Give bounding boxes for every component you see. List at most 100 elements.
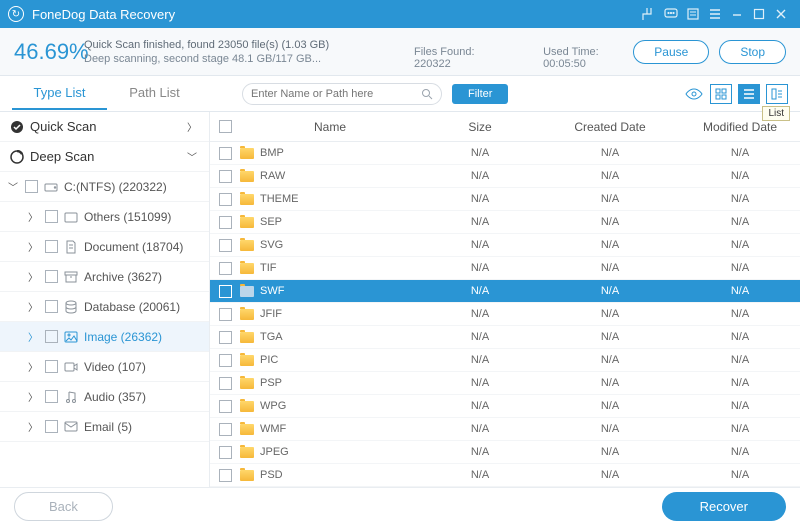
file-name: PIC xyxy=(260,354,278,366)
maximize-icon[interactable] xyxy=(748,3,770,25)
sidebar-email[interactable]: 〉Email (5) xyxy=(0,412,209,442)
row-checkbox[interactable] xyxy=(219,262,232,275)
table-row[interactable]: JPEGN/AN/AN/A xyxy=(210,441,800,464)
folder-icon xyxy=(240,424,254,435)
table-row[interactable]: SVGN/AN/AN/A xyxy=(210,234,800,257)
video-icon xyxy=(63,361,79,373)
share-icon[interactable] xyxy=(638,3,660,25)
row-checkbox[interactable] xyxy=(219,400,232,413)
feedback-icon[interactable] xyxy=(660,3,682,25)
row-checkbox[interactable] xyxy=(219,469,232,482)
file-size: N/A xyxy=(420,423,540,435)
register-icon[interactable] xyxy=(682,3,704,25)
chevron-right-icon: 〉 xyxy=(185,119,199,134)
titlebar: ↻ FoneDog Data Recovery xyxy=(0,0,800,28)
view-list-icon[interactable] xyxy=(738,84,760,104)
table-row[interactable]: THEMEN/AN/AN/A xyxy=(210,188,800,211)
app-title: FoneDog Data Recovery xyxy=(32,7,175,22)
progress-circle-icon xyxy=(10,150,24,164)
sidebar-audio[interactable]: 〉Audio (357) xyxy=(0,382,209,412)
row-checkbox[interactable] xyxy=(219,446,232,459)
row-checkbox[interactable] xyxy=(219,193,232,206)
sidebar-archive[interactable]: 〉Archive (3627) xyxy=(0,262,209,292)
back-button[interactable]: Back xyxy=(14,492,113,521)
file-name: JFIF xyxy=(260,308,282,320)
file-created: N/A xyxy=(540,170,680,182)
sidebar-quick-scan[interactable]: Quick Scan 〉 xyxy=(0,112,209,142)
sidebar-video[interactable]: 〉Video (107) xyxy=(0,352,209,382)
file-size: N/A xyxy=(420,469,540,481)
col-modified[interactable]: Modified Date xyxy=(680,120,800,134)
stop-button[interactable]: Stop xyxy=(719,40,786,64)
row-checkbox[interactable] xyxy=(219,147,232,160)
file-modified: N/A xyxy=(680,354,800,366)
file-name: TGA xyxy=(260,331,283,343)
table-row[interactable]: SEPN/AN/AN/A xyxy=(210,211,800,234)
sidebar-image[interactable]: 〉Image (26362) xyxy=(0,322,209,352)
table-row[interactable]: BMPN/AN/AN/A xyxy=(210,142,800,165)
row-checkbox[interactable] xyxy=(219,216,232,229)
search-input[interactable] xyxy=(251,88,421,100)
folder-icon xyxy=(240,171,254,182)
row-checkbox[interactable] xyxy=(219,308,232,321)
folder-icon xyxy=(240,470,254,481)
close-icon[interactable] xyxy=(770,3,792,25)
folder-icon xyxy=(240,332,254,343)
row-checkbox[interactable] xyxy=(219,377,232,390)
status-bar: 46.69% Quick Scan finished, found 23050 … xyxy=(0,28,800,76)
pause-button[interactable]: Pause xyxy=(633,40,709,64)
progress-percent: 46.69% xyxy=(14,39,84,65)
folder-icon xyxy=(63,211,79,223)
preview-icon[interactable] xyxy=(684,84,704,104)
row-checkbox[interactable] xyxy=(219,331,232,344)
folder-icon xyxy=(240,286,254,297)
sidebar-drive[interactable]: ﹀C:(NTFS) (220322) xyxy=(0,172,209,202)
row-checkbox[interactable] xyxy=(219,285,232,298)
file-modified: N/A xyxy=(680,400,800,412)
file-name: WMF xyxy=(260,423,286,435)
file-size: N/A xyxy=(420,193,540,205)
files-found: Files Found: 220322 xyxy=(414,46,503,70)
table-row[interactable]: PSPN/AN/AN/A xyxy=(210,372,800,395)
sidebar-database[interactable]: 〉Database (20061) xyxy=(0,292,209,322)
view-grid-icon[interactable] xyxy=(710,84,732,104)
file-created: N/A xyxy=(540,216,680,228)
row-checkbox[interactable] xyxy=(219,354,232,367)
sidebar-document[interactable]: 〉Document (18704) xyxy=(0,232,209,262)
col-created[interactable]: Created Date xyxy=(540,120,680,134)
table-row[interactable]: PICN/AN/AN/A xyxy=(210,349,800,372)
file-created: N/A xyxy=(540,147,680,159)
recover-button[interactable]: Recover xyxy=(662,492,786,521)
file-modified: N/A xyxy=(680,262,800,274)
table-row[interactable]: PSDN/AN/AN/A xyxy=(210,464,800,487)
select-all-checkbox[interactable] xyxy=(219,120,232,133)
file-name: PSD xyxy=(260,469,283,481)
file-name: TIF xyxy=(260,262,277,274)
table-row[interactable]: RAWN/AN/AN/A xyxy=(210,165,800,188)
table-row[interactable]: TGAN/AN/AN/A xyxy=(210,326,800,349)
minimize-icon[interactable] xyxy=(726,3,748,25)
table-row[interactable]: TIFN/AN/AN/A xyxy=(210,257,800,280)
folder-icon xyxy=(240,194,254,205)
search-box[interactable] xyxy=(242,83,442,105)
view-detail-icon[interactable] xyxy=(766,84,788,104)
filter-button[interactable]: Filter xyxy=(452,84,508,104)
table-row[interactable]: JFIFN/AN/AN/A xyxy=(210,303,800,326)
file-name: JPEG xyxy=(260,446,289,458)
table-row[interactable]: WMFN/AN/AN/A xyxy=(210,418,800,441)
sidebar-others[interactable]: 〉Others (151099) xyxy=(0,202,209,232)
row-checkbox[interactable] xyxy=(219,170,232,183)
menu-icon[interactable] xyxy=(704,3,726,25)
col-name[interactable]: Name xyxy=(240,120,420,134)
tab-type-list[interactable]: Type List xyxy=(12,77,107,110)
table-row[interactable]: SWFN/AN/AN/A xyxy=(210,280,800,303)
folder-icon xyxy=(240,263,254,274)
sidebar-deep-scan[interactable]: Deep Scan ﹀ xyxy=(0,142,209,172)
row-checkbox[interactable] xyxy=(219,423,232,436)
table-row[interactable]: WPGN/AN/AN/A xyxy=(210,395,800,418)
tab-path-list[interactable]: Path List xyxy=(107,77,202,110)
file-modified: N/A xyxy=(680,170,800,182)
row-checkbox[interactable] xyxy=(219,239,232,252)
col-size[interactable]: Size xyxy=(420,120,540,134)
file-name: PSP xyxy=(260,377,282,389)
